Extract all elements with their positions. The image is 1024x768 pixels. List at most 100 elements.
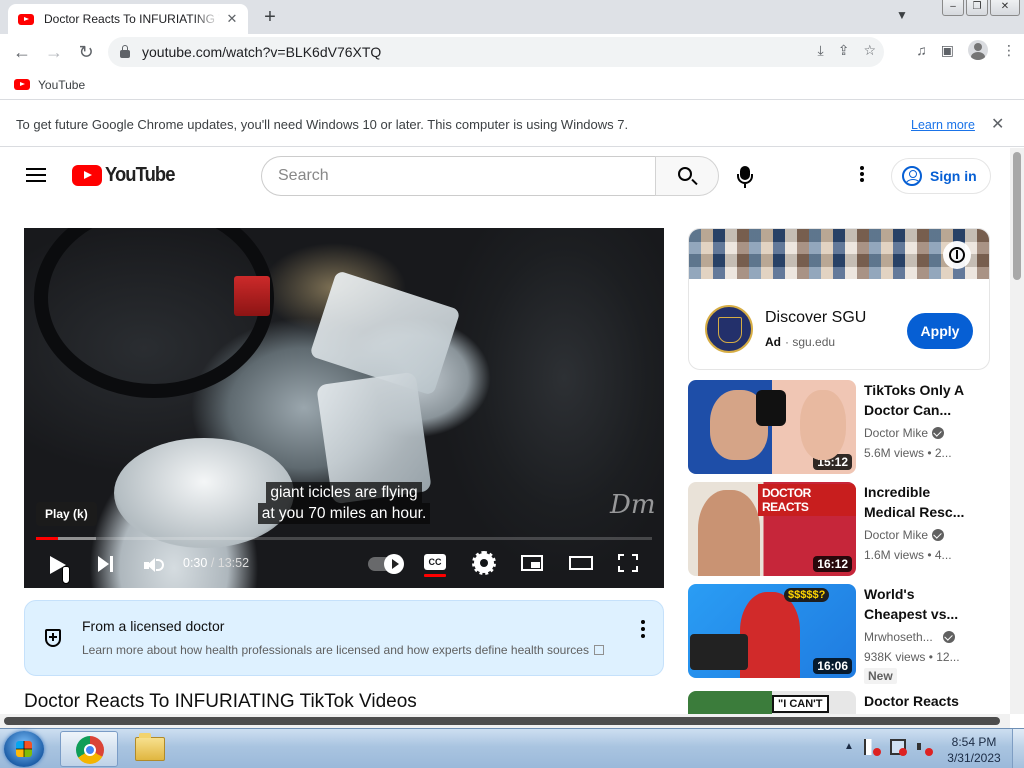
thumbnail-text: "I CAN'T: [772, 695, 829, 713]
recommended-video[interactable]: DOCTOR REACTS 16:12 Incredible Medical Re…: [688, 482, 990, 576]
health-panel-link[interactable]: Learn more about how health professional…: [82, 643, 604, 657]
fullscreen-icon[interactable]: [618, 554, 638, 572]
youtube-play-logo-icon: [72, 165, 102, 186]
video-meta: 1.6M views • 4...: [864, 548, 952, 562]
duration-badge: 15:12: [813, 454, 852, 470]
chrome-icon: [76, 736, 104, 764]
url-text[interactable]: youtube.com/watch?v=BLK6dV76XTQ: [142, 44, 381, 60]
recommended-title[interactable]: World's Cheapest vs...: [864, 584, 974, 624]
forward-arrow-icon[interactable]: →: [38, 36, 70, 68]
settings-more-icon[interactable]: [855, 164, 869, 184]
video-thumbnail[interactable]: 15:12: [688, 380, 856, 474]
voice-search-mic-icon[interactable]: [737, 166, 753, 188]
recommended-title[interactable]: Doctor Reacts: [864, 691, 974, 711]
browser-tab[interactable]: Doctor Reacts To INFURIATING TikTok Vide…: [8, 4, 248, 34]
side-panel-icon[interactable]: ▣: [941, 42, 954, 59]
video-meta: 5.6M views • 2...: [864, 446, 952, 460]
tab-title: Doctor Reacts To INFURIATING TikTok Vide…: [44, 12, 220, 26]
recommended-title[interactable]: TikToks Only A Doctor Can...: [864, 380, 974, 420]
duration-badge: 16:12: [813, 556, 852, 572]
channel-name[interactable]: Mrwhoseth...: [864, 630, 955, 644]
infobar-message: To get future Google Chrome updates, you…: [16, 117, 629, 132]
restore-icon[interactable]: ❐: [966, 0, 988, 16]
search-placeholder: Search: [278, 167, 329, 184]
channel-name[interactable]: Doctor Mike: [864, 426, 945, 440]
system-clock[interactable]: 8:54 PM 3/31/2023: [942, 734, 1006, 766]
video-thumbnail[interactable]: "I CAN'T: [688, 691, 856, 714]
vertical-scroll-thumb[interactable]: [1013, 152, 1021, 280]
show-desktop-button[interactable]: [1012, 729, 1024, 768]
start-button-icon[interactable]: [4, 731, 44, 767]
action-center-flag-icon[interactable]: [863, 739, 881, 756]
close-window-icon[interactable]: ✕: [990, 0, 1020, 16]
youtube-logo[interactable]: YouTube: [72, 164, 181, 187]
subtitle-caption: giant icicles are flying at you 70 miles…: [24, 482, 664, 524]
network-icon[interactable]: [889, 739, 907, 756]
miniplayer-icon[interactable]: [521, 555, 543, 571]
verified-badge-icon: [942, 631, 955, 643]
horizontal-scroll-thumb[interactable]: [4, 717, 1000, 725]
account-circle-icon: [902, 166, 922, 186]
progress-bar[interactable]: [36, 537, 652, 540]
tab-strip: Doctor Reacts To INFURIATING TikTok Vide…: [0, 0, 1024, 34]
settings-gear-icon[interactable]: [472, 551, 496, 575]
guide-menu-icon[interactable]: [26, 168, 46, 182]
tab-search-chevron-icon[interactable]: ▼: [896, 8, 908, 22]
recommended-title[interactable]: Incredible Medical Resc...: [864, 482, 974, 522]
youtube-page: YouTube Search Sign in giant icicles are…: [0, 148, 1010, 714]
ad-card[interactable]: Discover SGU Ad · sgu.edu Apply: [688, 228, 990, 370]
lock-icon[interactable]: [120, 45, 130, 58]
ad-title[interactable]: Discover SGU: [765, 309, 866, 327]
media-controls-icon[interactable]: ♫: [916, 42, 927, 58]
back-arrow-icon[interactable]: ←: [6, 36, 38, 68]
browser-toolbar: ← → ↻ youtube.com/watch?v=BLK6dV76XTQ ⤓ …: [0, 34, 1024, 70]
new-tab-icon[interactable]: +: [258, 6, 282, 29]
duration-badge: 16:06: [813, 658, 852, 674]
learn-more-link[interactable]: Learn more: [911, 118, 975, 132]
theater-mode-icon[interactable]: [569, 556, 593, 570]
share-icon[interactable]: ⇪: [838, 42, 850, 59]
panel-more-icon[interactable]: [641, 620, 645, 638]
video-thumbnail[interactable]: $$$$$? 16:06: [688, 584, 856, 678]
apply-button[interactable]: Apply: [907, 313, 973, 349]
sign-in-button[interactable]: Sign in: [891, 158, 991, 194]
bookmark-youtube[interactable]: YouTube: [38, 78, 85, 92]
speaker-muted-icon[interactable]: [916, 739, 933, 756]
profile-avatar-icon[interactable]: [968, 40, 988, 60]
sgu-logo: [705, 305, 753, 353]
reload-icon[interactable]: ↻: [70, 36, 102, 68]
ad-info-icon[interactable]: [943, 241, 971, 269]
health-panel-description[interactable]: Learn more about how health professional…: [82, 643, 589, 657]
channel-name[interactable]: Doctor Mike: [864, 528, 945, 542]
current-time: 0:30: [183, 556, 208, 570]
autoplay-toggle[interactable]: [368, 554, 404, 574]
search-input[interactable]: Search: [261, 156, 657, 196]
video-player[interactable]: giant icicles are flying at you 70 miles…: [24, 228, 664, 588]
taskbar-chrome[interactable]: [60, 731, 118, 767]
minimize-icon[interactable]: –: [942, 0, 964, 16]
bookmark-star-icon[interactable]: ☆: [863, 42, 876, 59]
verified-badge-icon: [932, 427, 945, 439]
progress-played: [36, 537, 59, 540]
youtube-bookmark-icon[interactable]: [14, 79, 30, 90]
address-bar[interactable]: youtube.com/watch?v=BLK6dV76XTQ ⤓ ⇪ ☆: [108, 37, 884, 67]
tiktok-logo-icon: [756, 390, 786, 426]
horizontal-scrollbar[interactable]: [0, 714, 1010, 728]
install-app-icon[interactable]: ⤓: [818, 42, 824, 59]
creator-watermark[interactable]: Dm: [610, 490, 656, 520]
thumbnail-text: $$$$$?: [784, 588, 830, 602]
video-thumbnail[interactable]: DOCTOR REACTS 16:12: [688, 482, 856, 576]
play-tooltip: Play (k): [36, 502, 97, 526]
search-button[interactable]: [655, 156, 719, 196]
recommended-video[interactable]: 15:12 TikToks Only A Doctor Can... Doctor…: [688, 380, 990, 474]
recommended-video[interactable]: "I CAN'T Doctor Reacts: [688, 691, 990, 714]
tab-close-icon[interactable]: ✕: [224, 11, 240, 27]
show-hidden-icons-icon[interactable]: ▲: [844, 741, 854, 755]
browser-menu-icon[interactable]: ⋮: [1002, 42, 1016, 59]
thumbnail-text: DOCTOR REACTS: [758, 484, 856, 516]
subtitles-cc-icon[interactable]: CC: [424, 554, 446, 570]
vertical-scrollbar[interactable]: [1010, 148, 1024, 714]
infobar-close-icon[interactable]: ✕: [991, 114, 1004, 134]
taskbar-explorer[interactable]: [120, 731, 178, 767]
recommended-video[interactable]: $$$$$? 16:06 World's Cheapest vs... Mrwho…: [688, 584, 990, 684]
